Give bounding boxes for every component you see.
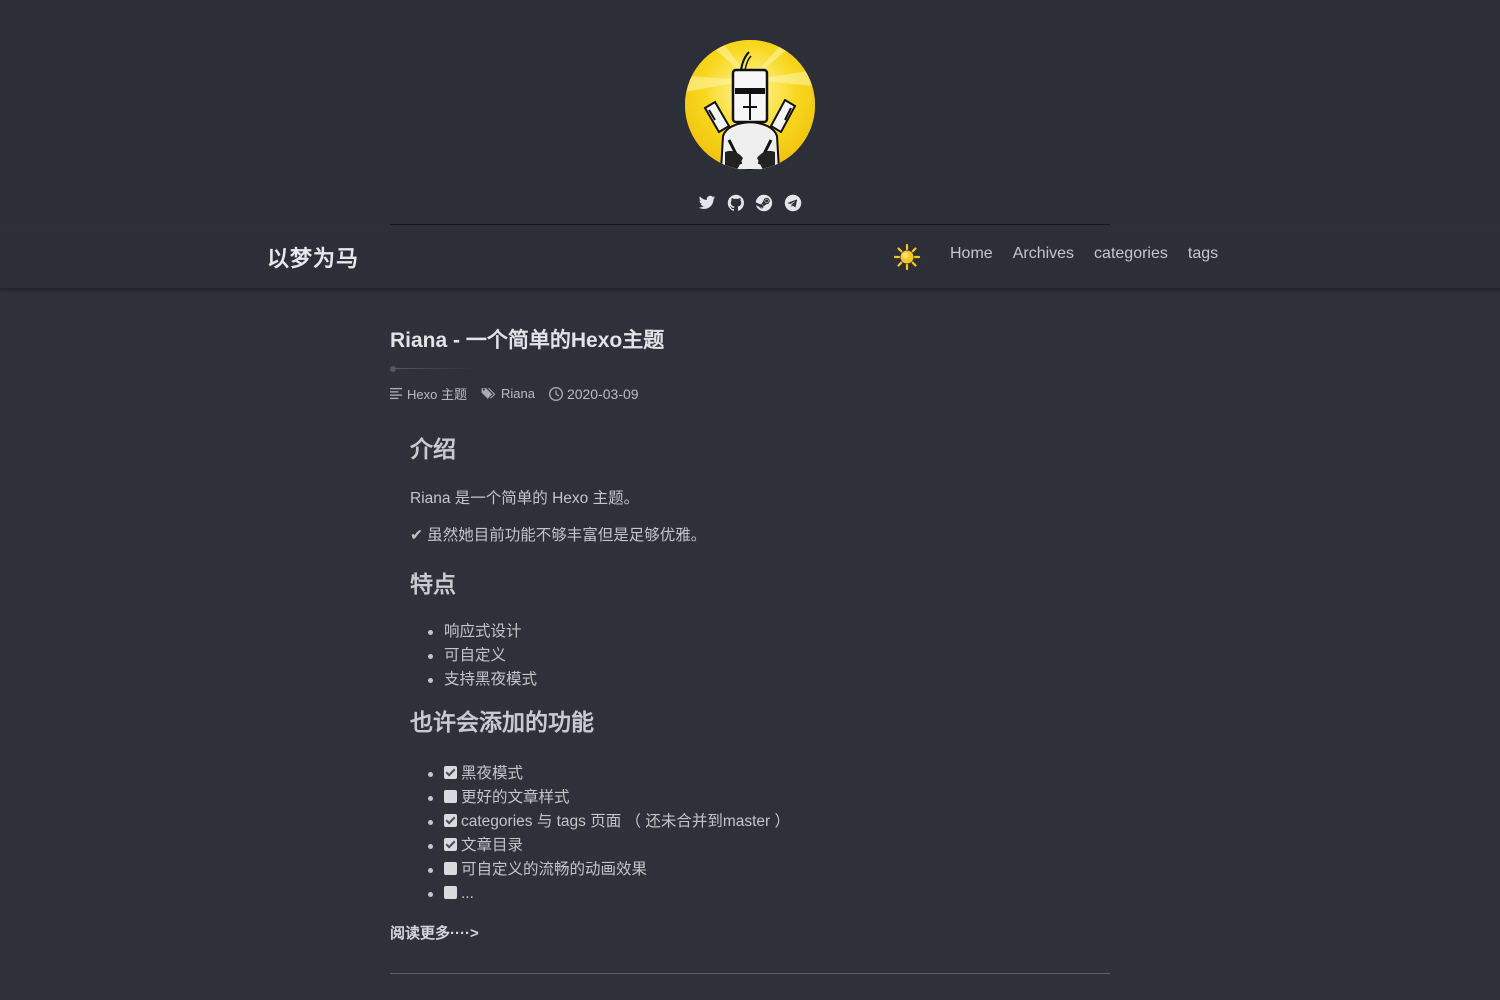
todo-item: categories 与 tags 页面 （ 还未合并到master ） <box>428 810 1110 834</box>
post-date: 2020-03-09 <box>548 385 639 402</box>
list-item: 可自定义 <box>428 644 1110 668</box>
post-divider <box>390 973 1110 974</box>
site-header <box>0 0 1500 224</box>
nav-tags[interactable]: tags <box>1188 245 1218 263</box>
todo-item: 可自定义的流畅的动画效果 <box>428 858 1110 882</box>
todo-checkbox[interactable] <box>444 862 457 875</box>
post-category: Hexo 主题 <box>390 384 467 403</box>
todo-label: 黑夜模式 <box>461 765 524 782</box>
twitter-icon[interactable] <box>697 193 717 213</box>
post-title[interactable]: Riana - 一个简单的Hexo主题 <box>390 326 1110 356</box>
intro-paragraph-1: Riana 是一个简单的 Hexo 主题。 <box>410 490 640 507</box>
todo-item: 更好的文章样式 <box>428 786 1110 810</box>
list-item: 响应式设计 <box>428 620 1110 644</box>
nav-categories[interactable]: categories <box>1094 245 1168 263</box>
github-icon[interactable] <box>726 193 746 213</box>
post-content: 介绍 Riana 是一个简单的 Hexo 主题。 ✔ 虽然她目前功能不够丰富但是… <box>390 433 1110 906</box>
category-list-icon <box>390 387 403 400</box>
date-text: 2020-03-09 <box>566 385 639 402</box>
post-meta: Hexo 主题 Riana 2020-03-09 <box>390 384 1110 403</box>
todo-checkbox[interactable] <box>444 814 457 827</box>
sun-icon <box>893 243 921 271</box>
heading-intro: 介绍 <box>410 436 456 462</box>
todo-item: 黑夜模式 <box>428 762 1110 786</box>
steam-icon[interactable] <box>754 193 774 213</box>
tags-icon <box>481 388 496 399</box>
todo-checkbox[interactable] <box>444 886 457 899</box>
category-link[interactable]: Hexo 主题 <box>407 384 467 403</box>
avatar[interactable] <box>685 40 815 170</box>
intro-paragraph-2: ✔ 虽然她目前功能不够丰富但是足够优雅。 <box>410 527 707 544</box>
read-more-link[interactable]: 阅读更多····> <box>390 922 479 943</box>
list-item: 支持黑夜模式 <box>428 668 1110 692</box>
todo-label: 更好的文章样式 <box>461 789 570 806</box>
title-underline <box>390 366 474 372</box>
navbar: 以梦为马 Home Archives categories tags <box>0 225 1500 289</box>
todo-label: 可自定义的流畅的动画效果 <box>461 861 648 878</box>
todo-item: ... <box>428 882 1110 906</box>
heading-features: 特点 <box>410 571 456 597</box>
nav-archives[interactable]: Archives <box>1013 245 1074 263</box>
todo-item: 文章目录 <box>428 834 1110 858</box>
telegram-icon[interactable] <box>783 193 803 213</box>
nav-home[interactable]: Home <box>950 245 993 263</box>
tag-link[interactable]: Riana <box>501 386 535 401</box>
social-links <box>697 192 803 214</box>
heading-todo: 也许会添加的功能 <box>410 709 594 735</box>
todo-list: 黑夜模式 更好的文章样式 categories 与 tags 页面 （ 还未合并… <box>410 762 1110 906</box>
todo-label: 文章目录 <box>461 837 524 854</box>
site-brand[interactable]: 以梦为马 <box>267 241 359 273</box>
todo-label: ... <box>461 885 474 902</box>
todo-checkbox[interactable] <box>444 790 457 803</box>
theme-toggle-button[interactable] <box>893 243 921 271</box>
todo-checkbox[interactable] <box>444 766 457 779</box>
main-nav: Home Archives categories tags <box>950 245 1218 263</box>
clock-icon <box>548 386 563 401</box>
todo-label: categories 与 tags 页面 （ 还未合并到master ） <box>461 813 791 830</box>
post-article: Riana - 一个简单的Hexo主题 Hexo 主题 Riana 2020-0… <box>390 326 1110 943</box>
todo-checkbox[interactable] <box>444 838 457 851</box>
avatar-knight-image <box>685 40 815 170</box>
features-list: 响应式设计 可自定义 支持黑夜模式 <box>410 620 1110 692</box>
post-tags: Riana <box>481 386 535 401</box>
